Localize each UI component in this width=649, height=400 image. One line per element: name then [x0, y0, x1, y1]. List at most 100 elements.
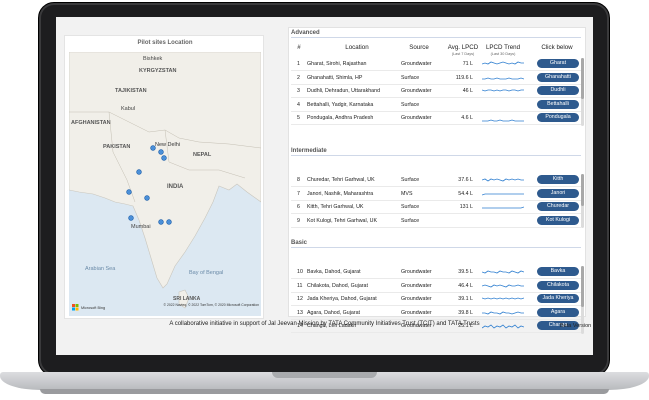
- row-number: 3: [297, 88, 300, 94]
- table-row: 13 Agara, Dahod, Gujarat Groundwater 39.8 L…: [291, 307, 581, 320]
- row-location: Agara, Dahod, Gujarat: [307, 309, 360, 316]
- row-source: Groundwater: [401, 309, 432, 316]
- map-pin[interactable]: [166, 219, 172, 225]
- lpcd-trend-sparkline: [482, 77, 524, 79]
- col-header-location: Location: [345, 44, 369, 51]
- site-button[interactable]: Jada Kheriya: [537, 294, 579, 303]
- scrollbar-thumb[interactable]: [581, 174, 584, 207]
- row-source: Groundwater: [401, 115, 432, 121]
- map-pin[interactable]: [161, 155, 167, 161]
- map-canvas[interactable]: Bishkek KYRGYZSTAN TAJIKISTAN Kabul AFGH…: [69, 52, 261, 316]
- sparkline-path: [482, 311, 524, 314]
- map-pin[interactable]: [136, 169, 142, 175]
- table-row: 4 Bettahalli, Yadgir, Karnataka Surface Bet…: [291, 99, 581, 112]
- row-number: 1: [297, 61, 300, 67]
- map-pin[interactable]: [158, 219, 164, 225]
- row-avg-lpcd: 46 L: [462, 88, 473, 94]
- map-attribution: © 2022 Navteq, © 2022 TomTom, © 2020 Mic…: [164, 303, 260, 307]
- map-pin[interactable]: [144, 195, 150, 201]
- row-location: Bettahalli, Yadgir, Karnataka: [307, 101, 374, 108]
- row-avg-lpcd: 131 L: [459, 204, 473, 210]
- table-row: 3 Dudhli, Dehradun, Uttarakhand Groundwate…: [291, 85, 581, 98]
- map-label: INDIA: [167, 184, 184, 190]
- site-button[interactable]: Janori: [537, 188, 579, 198]
- row-location: Gharat, Sirohi, Rajasthan: [307, 61, 367, 67]
- site-button[interactable]: Bavka: [537, 267, 579, 276]
- row-location: Janori, Nashik, Maharashtra: [307, 190, 374, 197]
- col-header-trend-sub: (Last 30 Days): [490, 52, 516, 56]
- row-avg-lpcd: 46.4 L: [458, 282, 473, 289]
- row-avg-lpcd: 71 L: [462, 61, 473, 67]
- site-button[interactable]: Dudhli: [537, 86, 579, 95]
- version-label: Beta Version: [560, 323, 592, 329]
- row-avg-lpcd: 4.6 L: [461, 115, 473, 121]
- map-label: Arabian Sea: [85, 266, 116, 272]
- laptop-notch: [272, 372, 377, 378]
- site-button[interactable]: Chilakota: [537, 280, 579, 290]
- site-button[interactable]: Agara: [537, 307, 579, 317]
- map-provider: Microsoft Bing: [81, 306, 105, 310]
- lpcd-trend-sparkline: [482, 270, 524, 274]
- lpcd-trend-sparkline: [482, 284, 524, 287]
- table-row: 5 Pondugala, Andhra Pradesh Groundwater 4.6…: [291, 112, 581, 125]
- scrollbar-thumb[interactable]: [581, 266, 584, 307]
- row-source: Groundwater: [401, 282, 432, 289]
- laptop-mockup: Pilot sites Location Bishkek KYRGYZSTAN …: [0, 0, 649, 400]
- lpcd-trend-sparkline: [482, 206, 524, 209]
- bing-logo-icon: [72, 304, 75, 307]
- site-button[interactable]: Pondugala: [537, 113, 579, 122]
- row-number: 11: [297, 282, 303, 289]
- site-button[interactable]: Kitth: [537, 175, 579, 184]
- row-avg-lpcd: 39.1 L: [458, 296, 473, 302]
- row-source: Groundwater: [401, 296, 432, 302]
- site-button[interactable]: Ghanahatti: [537, 72, 579, 82]
- map-title: Pilot sites Location: [137, 40, 193, 46]
- map-label: AFGHANISTAN: [71, 120, 111, 126]
- group-scrollbar[interactable]: [581, 174, 584, 228]
- map-label: Bishkek: [143, 56, 163, 62]
- col-header-lpcd-sub: (Last 7 Days): [451, 52, 475, 56]
- group-header: Intermediate: [291, 148, 581, 156]
- sparkline-path: [482, 206, 524, 209]
- site-button[interactable]: Churedar: [537, 202, 579, 211]
- sparkline-path: [482, 193, 524, 195]
- site-button[interactable]: Gharat: [537, 59, 579, 68]
- map-pin[interactable]: [126, 189, 132, 195]
- row-number: 7: [297, 190, 300, 197]
- map-panel: Pilot sites Location Bishkek KYRGYZSTAN …: [64, 35, 264, 319]
- footer-text: A collaborative initiative in support of…: [169, 321, 480, 327]
- row-number: 13: [297, 309, 303, 316]
- sparkline-path: [482, 284, 524, 287]
- map-label: Kabul: [121, 106, 135, 112]
- lpcd-trend-sparkline: [482, 101, 524, 110]
- site-button[interactable]: Bettahalli: [537, 99, 579, 109]
- group-header: Basic: [291, 240, 581, 248]
- row-number: 12: [297, 296, 303, 302]
- row-location: Kitth, Tehri Garhwal, UK: [307, 204, 364, 210]
- col-header-trend: LPCD Trend (Last 30 Days): [481, 44, 525, 58]
- scrollbar-thumb[interactable]: [581, 58, 584, 99]
- lpcd-trend-sparkline: [482, 193, 524, 195]
- site-button[interactable]: Kot Kulogi: [537, 215, 579, 225]
- lpcd-trend-sparkline: [482, 119, 524, 122]
- col-header-num: #: [297, 44, 301, 51]
- row-number: 6: [297, 204, 300, 210]
- map-label: New Delhi: [155, 142, 180, 148]
- table-row: 7 Janori, Nashik, Maharashtra MVS 54.4 L Jan…: [291, 188, 581, 201]
- map-pin[interactable]: [158, 149, 164, 155]
- row-location: Kot Kulogi, Tehri Garhwal, UK: [307, 217, 377, 224]
- lpcd-trend-sparkline: [482, 297, 524, 300]
- group-scrollbar[interactable]: [581, 58, 584, 126]
- lpcd-trend-sparkline: [482, 89, 524, 92]
- map-pin[interactable]: [150, 145, 156, 151]
- row-avg-lpcd: 37.6 L: [458, 177, 473, 183]
- row-number: 10: [297, 269, 303, 275]
- table-row: 8 Churedar, Tehri Garhwal, UK Surface 37.6 …: [291, 174, 581, 187]
- row-source: Groundwater: [401, 61, 432, 67]
- row-location: Jada Kheriya, Dahod, Gujarat: [307, 296, 377, 302]
- dashboard-screen: Pilot sites Location Bishkek KYRGYZSTAN …: [56, 17, 593, 355]
- row-location: Churedar, Tehri Garhwal, UK: [307, 177, 375, 183]
- map-pin[interactable]: [128, 215, 134, 221]
- row-source: Surface: [401, 204, 420, 210]
- row-source: Surface: [401, 177, 420, 183]
